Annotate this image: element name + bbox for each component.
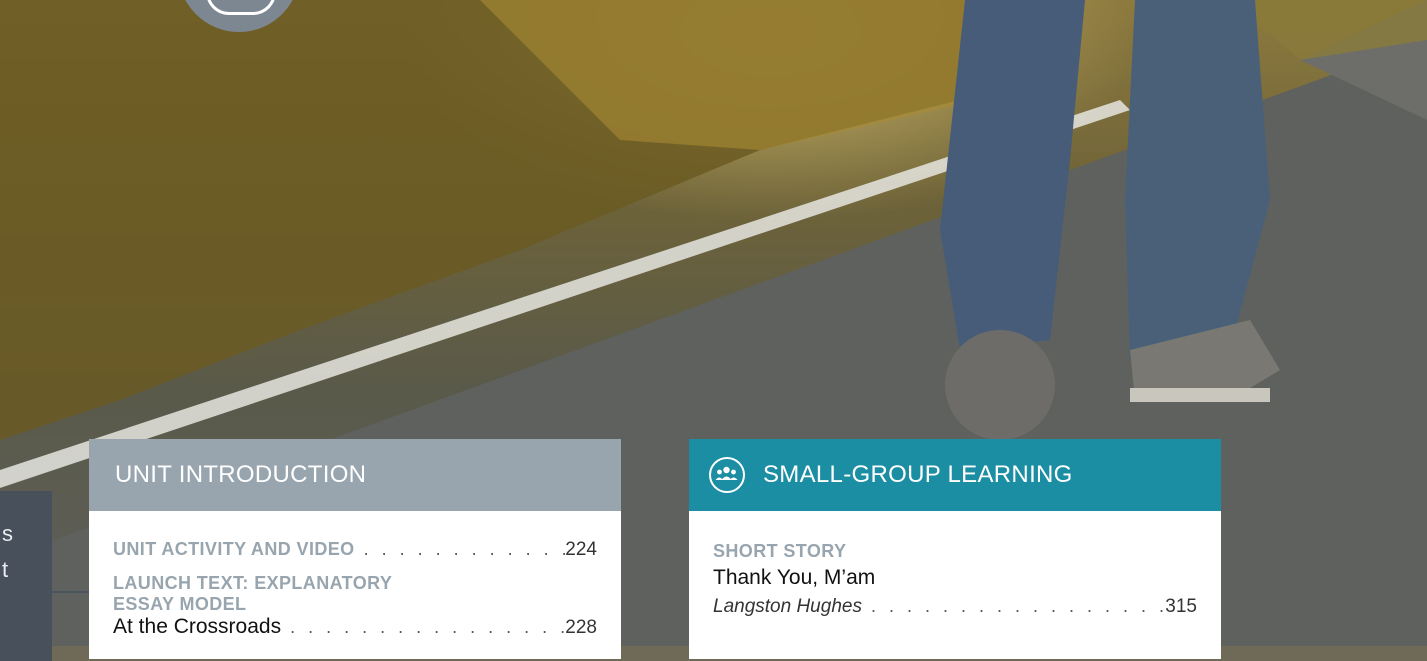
toc-entry-unit-activity[interactable]: UNIT ACTIVITY AND VIDEO . . . . . . . . … (113, 539, 597, 561)
side-tab-line-1: s (2, 521, 13, 546)
side-tab[interactable]: s t (0, 491, 52, 661)
badge-ring (206, 0, 276, 15)
toc-title: At the Crossroads (113, 615, 282, 638)
toc-page: 228 (565, 617, 597, 638)
small-group-learning-card: SMALL-GROUP LEARNING SHORT STORY Thank Y… (689, 439, 1221, 659)
toc-entry-launch-text[interactable]: LAUNCH TEXT: EXPLANATORY ESSAY MODEL At … (113, 573, 597, 639)
toc-author: Langston Hughes (713, 596, 862, 617)
small-group-learning-header: SMALL-GROUP LEARNING (689, 439, 1221, 511)
toc-title[interactable]: Thank You, M’am (713, 566, 1197, 590)
leader-dots: . . . . . . . . . . . . . . . . . . . . … (870, 596, 1165, 616)
toc-entry-thank-you-maam[interactable]: Langston Hughes . . . . . . . . . . . . … (713, 596, 1197, 618)
toc-label: SHORT STORY (713, 541, 847, 561)
toc-page: 315 (1165, 596, 1197, 617)
leader-dots: . . . . . . . . . . . . . . . . . . . . … (290, 617, 565, 637)
right-shoe-sole (1130, 388, 1270, 402)
toc-label-line1: LAUNCH TEXT: EXPLANATORY (113, 573, 393, 593)
toc-label-line2: ESSAY MODEL (113, 594, 247, 614)
unit-introduction-title: UNIT INTRODUCTION (115, 461, 367, 488)
unit-introduction-card: UNIT INTRODUCTION UNIT ACTIVITY AND VIDE… (89, 439, 621, 659)
group-icon (709, 457, 745, 493)
left-shoe (945, 330, 1055, 440)
leader-dots: . . . . . . . . . . . . . . . . . . . . … (363, 539, 566, 559)
side-tab-line-2: t (2, 557, 9, 582)
small-group-learning-title: SMALL-GROUP LEARNING (763, 461, 1073, 488)
toc-page: 224 (565, 539, 597, 560)
unit-introduction-header: UNIT INTRODUCTION (89, 439, 621, 511)
toc-label: UNIT ACTIVITY AND VIDEO (113, 539, 355, 559)
